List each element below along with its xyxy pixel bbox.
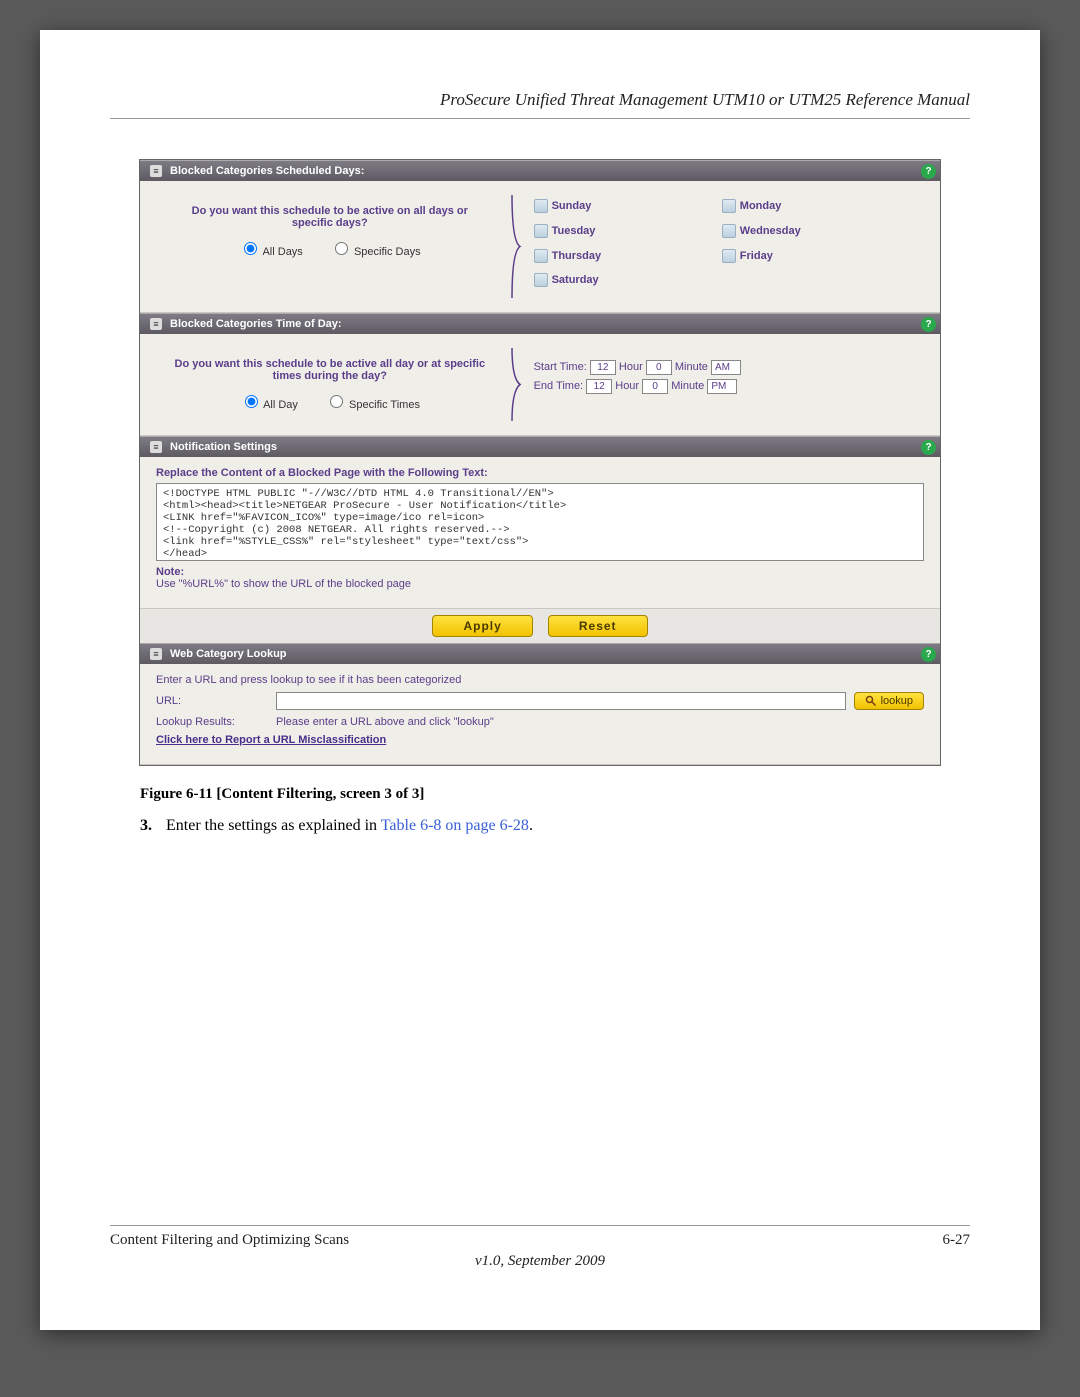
reset-button[interactable]: Reset — [548, 615, 648, 637]
note-desc: Use "%URL%" to show the URL of the block… — [156, 578, 924, 590]
checkbox-monday[interactable]: Monday — [722, 199, 910, 220]
panel-body-scheduled-days: Do you want this schedule to be active o… — [140, 181, 940, 313]
help-icon[interactable]: ? — [921, 440, 936, 455]
url-label: URL: — [156, 695, 276, 707]
step-3: 3. Enter the settings as explained in Ta… — [140, 817, 970, 835]
time-question: Do you want this schedule to be active a… — [160, 348, 510, 421]
panel-title-notification: ≡ Notification Settings ? — [140, 436, 940, 457]
collapse-icon[interactable]: ≡ — [150, 318, 162, 330]
end-ampm-select[interactable]: PM — [707, 379, 737, 394]
footer-page-number: 6-27 — [943, 1232, 971, 1249]
panel-title-text: Blocked Categories Scheduled Days: — [170, 165, 364, 177]
schedule-question-text: Do you want this schedule to be active o… — [170, 205, 490, 229]
checkbox-sunday[interactable]: Sunday — [534, 199, 722, 220]
page-footer: Content Filtering and Optimizing Scans 6… — [110, 1225, 970, 1270]
checkbox-wednesday[interactable]: Wednesday — [722, 224, 910, 245]
apply-button[interactable]: Apply — [432, 615, 532, 637]
app-screenshot: ≡ Blocked Categories Scheduled Days: ? D… — [139, 159, 941, 766]
help-icon[interactable]: ? — [921, 164, 936, 179]
radio-specific-times[interactable]: Specific Times — [325, 399, 420, 411]
panel-title-text: Notification Settings — [170, 441, 277, 453]
checkbox-thursday[interactable]: Thursday — [534, 249, 722, 270]
checkbox-friday[interactable]: Friday — [722, 249, 910, 270]
step-text: Enter the settings as explained in Table… — [166, 817, 533, 835]
radio-all-days[interactable]: All Days — [239, 246, 303, 258]
step-number: 3. — [140, 817, 166, 835]
block-page-textarea[interactable] — [156, 483, 924, 561]
page-header: ProSecure Unified Threat Management UTM1… — [110, 90, 970, 119]
collapse-icon[interactable]: ≡ — [150, 165, 162, 177]
help-icon[interactable]: ? — [921, 647, 936, 662]
radio-all-day[interactable]: All Day — [240, 399, 298, 411]
table-reference-link[interactable]: Table 6-8 on page 6-28 — [381, 817, 529, 834]
figure-caption: Figure 6-11 [Content Filtering, screen 3… — [140, 786, 970, 803]
footer-section: Content Filtering and Optimizing Scans — [110, 1232, 349, 1249]
results-label: Lookup Results: — [156, 716, 276, 728]
search-icon — [865, 695, 877, 707]
start-ampm-select[interactable]: AM — [711, 360, 741, 375]
results-value: Please enter a URL above and click "look… — [276, 716, 494, 728]
collapse-icon[interactable]: ≡ — [150, 648, 162, 660]
panel-title-time-of-day: ≡ Blocked Categories Time of Day: ? — [140, 313, 940, 334]
panel-title-text: Web Category Lookup — [170, 648, 287, 660]
time-inputs: Start Time: 12 Hour 0 Minute AM End Time… — [524, 348, 920, 421]
brace-icon — [510, 348, 524, 421]
notification-heading: Replace the Content of a Blocked Page wi… — [156, 467, 924, 479]
report-misclassification-link[interactable]: Click here to Report a URL Misclassifica… — [156, 734, 386, 746]
url-input[interactable] — [276, 692, 846, 710]
end-minute-input[interactable]: 0 — [642, 379, 668, 394]
panel-body-time-of-day: Do you want this schedule to be active a… — [140, 334, 940, 436]
brace-icon — [510, 195, 524, 298]
schedule-question: Do you want this schedule to be active o… — [160, 195, 510, 298]
start-time-label: Start Time: — [534, 361, 587, 373]
lookup-button[interactable]: lookup — [854, 692, 924, 710]
note-label: Note: — [156, 566, 924, 578]
checkbox-saturday[interactable]: Saturday — [534, 273, 722, 294]
panel-title-scheduled-days: ≡ Blocked Categories Scheduled Days: ? — [140, 160, 940, 181]
panel-body-notification: Replace the Content of a Blocked Page wi… — [140, 457, 940, 609]
panel-body-lookup: Enter a URL and press lookup to see if i… — [140, 664, 940, 765]
panel-title-lookup: ≡ Web Category Lookup ? — [140, 643, 940, 664]
lookup-instruction: Enter a URL and press lookup to see if i… — [156, 674, 924, 686]
panel-title-text: Blocked Categories Time of Day: — [170, 318, 342, 330]
help-icon[interactable]: ? — [921, 317, 936, 332]
end-hour-input[interactable]: 12 — [586, 379, 612, 394]
checkbox-tuesday[interactable]: Tuesday — [534, 224, 722, 245]
button-row: Apply Reset — [140, 609, 940, 643]
day-checkboxes: Sunday Monday Tuesday Wednesday Thursday… — [524, 195, 920, 298]
time-question-text: Do you want this schedule to be active a… — [170, 358, 490, 382]
collapse-icon[interactable]: ≡ — [150, 441, 162, 453]
end-time-label: End Time: — [534, 380, 584, 392]
start-minute-input[interactable]: 0 — [646, 360, 672, 375]
radio-specific-days[interactable]: Specific Days — [330, 246, 421, 258]
footer-version: v1.0, September 2009 — [110, 1253, 970, 1270]
page: ProSecure Unified Threat Management UTM1… — [40, 30, 1040, 1330]
start-hour-input[interactable]: 12 — [590, 360, 616, 375]
